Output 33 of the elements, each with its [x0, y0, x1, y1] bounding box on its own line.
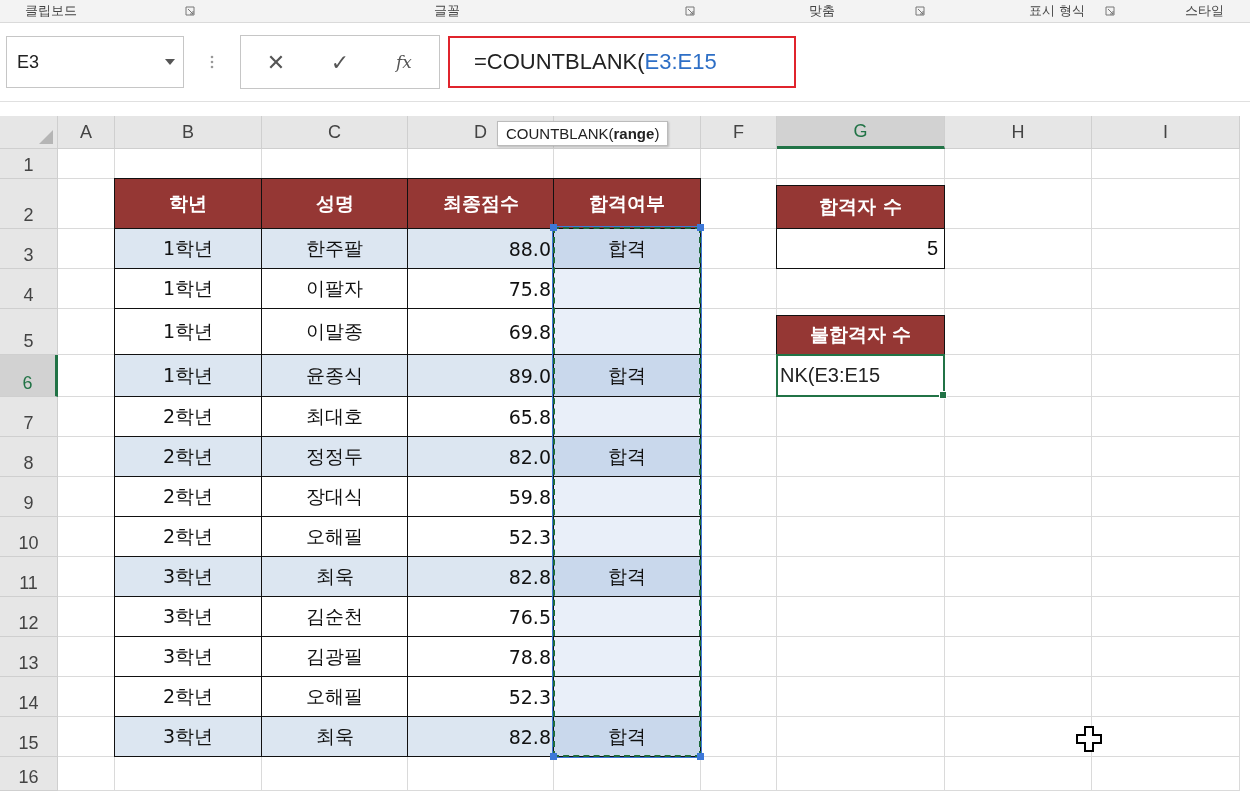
table-cell: 합격	[553, 354, 701, 397]
ribbon-group-label: 스타일	[1185, 2, 1224, 20]
ribbon-group-label: 글꼴	[434, 2, 460, 20]
table-cell: 82.8	[407, 716, 554, 757]
summary-header-cell: 합격자 수	[776, 185, 945, 229]
table-cell: 88.0	[407, 228, 554, 269]
table-cell: 한주팔	[261, 228, 408, 269]
table-header-cell: 성명	[261, 178, 408, 229]
table-cell: 2학년	[114, 436, 262, 477]
table-cell: 최욱	[261, 716, 408, 757]
table-cell: 1학년	[114, 228, 262, 269]
ribbon-group-label: 맞춤	[809, 2, 835, 20]
table-cell: 합격	[553, 436, 701, 477]
function-tooltip: COUNTBLANK(range)	[497, 121, 669, 146]
table-cell: 정정두	[261, 436, 408, 477]
summary-value-cell: 5	[776, 228, 945, 269]
table-cell: 합격	[553, 228, 701, 269]
table-header-cell: 합격여부	[553, 178, 701, 229]
table-cell: 3학년	[114, 556, 262, 597]
table-cell: 82.8	[407, 556, 554, 597]
ribbon-group-label: 표시 형식	[1028, 2, 1085, 20]
table-cell: 합격	[553, 556, 701, 597]
table-cell: 82.0	[407, 436, 554, 477]
ribbon-group-label: 클립보드	[25, 2, 77, 20]
table-header-cell: 최종점수	[407, 178, 554, 229]
table-cell: 1학년	[114, 354, 262, 397]
table-cell: 3학년	[114, 716, 262, 757]
table-cell: 최욱	[261, 556, 408, 597]
summary-header-cell: 불합격자 수	[776, 315, 945, 355]
table-cell: 합격	[553, 716, 701, 757]
table-cell: 윤종식	[261, 354, 408, 397]
table-cell: 89.0	[407, 354, 554, 397]
table-header-cell: 학년	[114, 178, 262, 229]
